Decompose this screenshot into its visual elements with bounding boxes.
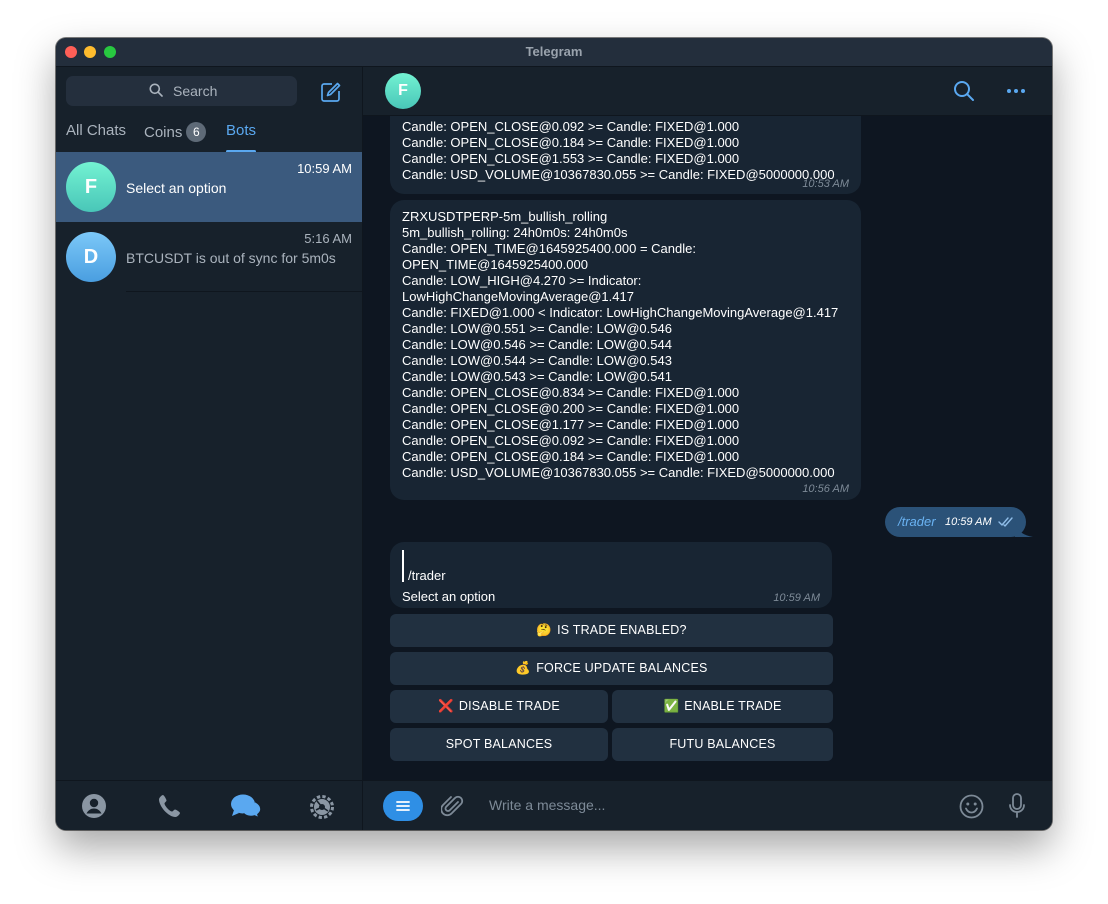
disable-trade-button[interactable]: ❌ DISABLE TRADE: [390, 690, 608, 723]
message-time: 10:53 AM: [802, 178, 849, 190]
message-line: Candle: OPEN_CLOSE@0.184 >= Candle: FIXE…: [402, 449, 740, 464]
outgoing-message: /trader 10:59 AM: [885, 507, 1026, 537]
button-label: FUTU BALANCES: [669, 737, 776, 751]
telegram-window: Telegram Search All Chats Coins 6 Bots F …: [56, 38, 1052, 830]
sidebar: Search All Chats Coins 6 Bots F 10:59 AM …: [56, 67, 363, 830]
button-label: SPOT BALANCES: [445, 737, 553, 751]
message-line: Candle: LOW_HIGH@4.270 >= Indicator:: [402, 273, 642, 288]
search-input[interactable]: Search: [66, 76, 297, 106]
incoming-message: ZRXUSDTPERP-5m_bullish_rolling 5m_bullis…: [390, 200, 861, 500]
chat-header: F: [363, 67, 1052, 116]
bottom-nav: [56, 780, 362, 830]
button-label: IS TRADE ENABLED?: [557, 623, 687, 637]
message-line: Candle: OPEN_CLOSE@0.834 >= Candle: FIXE…: [402, 385, 740, 400]
message-line: Candle: LOW@0.544 >= Candle: LOW@0.543: [402, 353, 672, 368]
calls-icon[interactable]: [158, 793, 182, 819]
message-line: LowHighChangeMovingAverage@1.417: [402, 289, 634, 304]
message-line: 5m_bullish_rolling: 24h0m0s: 24h0m0s: [402, 225, 628, 240]
chat-list-item[interactable]: F 10:59 AM Select an option: [56, 152, 362, 222]
maximize-window-button[interactable]: [104, 46, 116, 58]
message-line: Candle: USD_VOLUME@10367830.055 >= Candl…: [402, 167, 835, 182]
microphone-icon[interactable]: [1007, 792, 1027, 820]
search-placeholder: Search: [173, 83, 218, 99]
message-line: Candle: LOW@0.546 >= Candle: LOW@0.544: [402, 337, 672, 352]
check-mark-icon: ✅: [663, 699, 680, 713]
chats-icon[interactable]: [230, 793, 262, 819]
menu-icon: [396, 801, 410, 811]
message-time: 10:56 AM: [802, 483, 849, 495]
tab-bots[interactable]: Bots: [226, 122, 256, 139]
message-line: Candle: OPEN_CLOSE@0.184 >= Candle: FIXE…: [402, 135, 740, 150]
search-icon[interactable]: [953, 80, 975, 102]
bot-menu-button[interactable]: [383, 791, 423, 821]
message-composer: Write a message...: [363, 780, 1052, 830]
chat-avatar[interactable]: F: [385, 73, 421, 109]
tab-label: Coins: [144, 124, 183, 141]
message-line: Candle: LOW@0.543 >= Candle: LOW@0.541: [402, 369, 672, 384]
emoji-icon[interactable]: [959, 794, 984, 819]
search-icon: [149, 83, 163, 97]
futu-balances-button[interactable]: FUTU BALANCES: [612, 728, 833, 761]
cross-mark-icon: ❌: [438, 699, 454, 713]
spot-balances-button[interactable]: SPOT BALANCES: [390, 728, 608, 761]
message-line: Candle: OPEN_CLOSE@0.200 >= Candle: FIXE…: [402, 401, 740, 416]
avatar: D: [66, 232, 116, 282]
avatar: F: [66, 162, 116, 212]
message-line: Candle: OPEN_TIME@1645925400.000 = Candl…: [402, 241, 696, 256]
reply-quote-bar: [402, 550, 404, 582]
contacts-icon[interactable]: [81, 793, 107, 819]
enable-trade-button[interactable]: ✅ ENABLE TRADE: [612, 690, 833, 723]
tab-label: All Chats: [66, 122, 127, 139]
window-title: Telegram: [525, 44, 583, 59]
button-label: DISABLE TRADE: [458, 699, 560, 713]
reply-quote-text[interactable]: /trader: [408, 568, 446, 584]
message-line: Candle: OPEN_CLOSE@1.553 >= Candle: FIXE…: [402, 151, 740, 166]
message-line: Candle: OPEN_CLOSE@0.092 >= Candle: FIXE…: [402, 433, 740, 448]
settings-icon[interactable]: [308, 793, 336, 821]
chat-list-item[interactable]: D 5:16 AM BTCUSDT is out of sync for 5m0…: [56, 222, 362, 292]
tab-label: Bots: [226, 122, 257, 139]
chat-time: 5:16 AM: [304, 231, 352, 246]
message-line: OPEN_TIME@1645925400.000: [402, 257, 588, 272]
tab-all-chats[interactable]: All Chats: [66, 122, 126, 139]
tab-coins[interactable]: Coins 6: [144, 122, 207, 142]
close-window-button[interactable]: [65, 46, 77, 58]
thinking-emoji-icon: 🤔: [536, 623, 553, 637]
message-line: Candle: OPEN_CLOSE@0.092 >= Candle: FIXE…: [402, 119, 740, 134]
minimize-window-button[interactable]: [84, 46, 96, 58]
message-time: 10:59 AM: [945, 516, 992, 528]
money-bag-icon: 💰: [515, 661, 532, 675]
divider: [126, 291, 362, 292]
chat-preview: BTCUSDT is out of sync for 5m0s: [126, 250, 336, 266]
bubble-tail: [1015, 521, 1033, 537]
attach-icon[interactable]: [441, 793, 465, 819]
message-input[interactable]: Write a message...: [489, 797, 605, 813]
message-time: 10:59 AM: [773, 592, 820, 604]
read-check-icon: [998, 517, 1013, 527]
compose-icon[interactable]: [320, 81, 342, 103]
message-line: ZRXUSDTPERP-5m_bullish_rolling: [402, 209, 608, 224]
unread-badge: 6: [186, 122, 207, 142]
message-line: Select an option: [402, 589, 496, 604]
incoming-message: Candle: OPEN_CLOSE@0.092 >= Candle: FIXE…: [390, 116, 861, 194]
chat-time: 10:59 AM: [297, 161, 352, 176]
message-line: Candle: LOW@0.551 >= Candle: LOW@0.546: [402, 321, 672, 336]
button-label: FORCE UPDATE BALANCES: [536, 661, 708, 675]
message-line: Candle: FIXED@1.000 < Indicator: LowHigh…: [402, 305, 839, 320]
message-line: Candle: OPEN_CLOSE@1.177 >= Candle: FIXE…: [402, 417, 740, 432]
chat-folder-tabs: All Chats Coins 6 Bots: [56, 119, 362, 153]
chat-area: F Candle: OPEN_CLOSE@0.092 >= Candle: FI…: [363, 67, 1052, 830]
force-update-balances-button[interactable]: 💰 FORCE UPDATE BALANCES: [390, 652, 833, 685]
button-label: ENABLE TRADE: [684, 699, 782, 713]
title-bar: Telegram: [56, 38, 1052, 67]
message-line: Candle: USD_VOLUME@10367830.055 >= Candl…: [402, 465, 835, 480]
incoming-message: /trader Select an option 10:59 AM: [390, 542, 832, 608]
message-list[interactable]: Candle: OPEN_CLOSE@0.092 >= Candle: FIXE…: [363, 116, 1052, 780]
bot-command-link[interactable]: /trader: [898, 514, 936, 529]
chat-preview: Select an option: [126, 180, 227, 196]
is-trade-enabled-button[interactable]: 🤔 IS TRADE ENABLED?: [390, 614, 833, 647]
more-icon[interactable]: [1006, 80, 1026, 102]
